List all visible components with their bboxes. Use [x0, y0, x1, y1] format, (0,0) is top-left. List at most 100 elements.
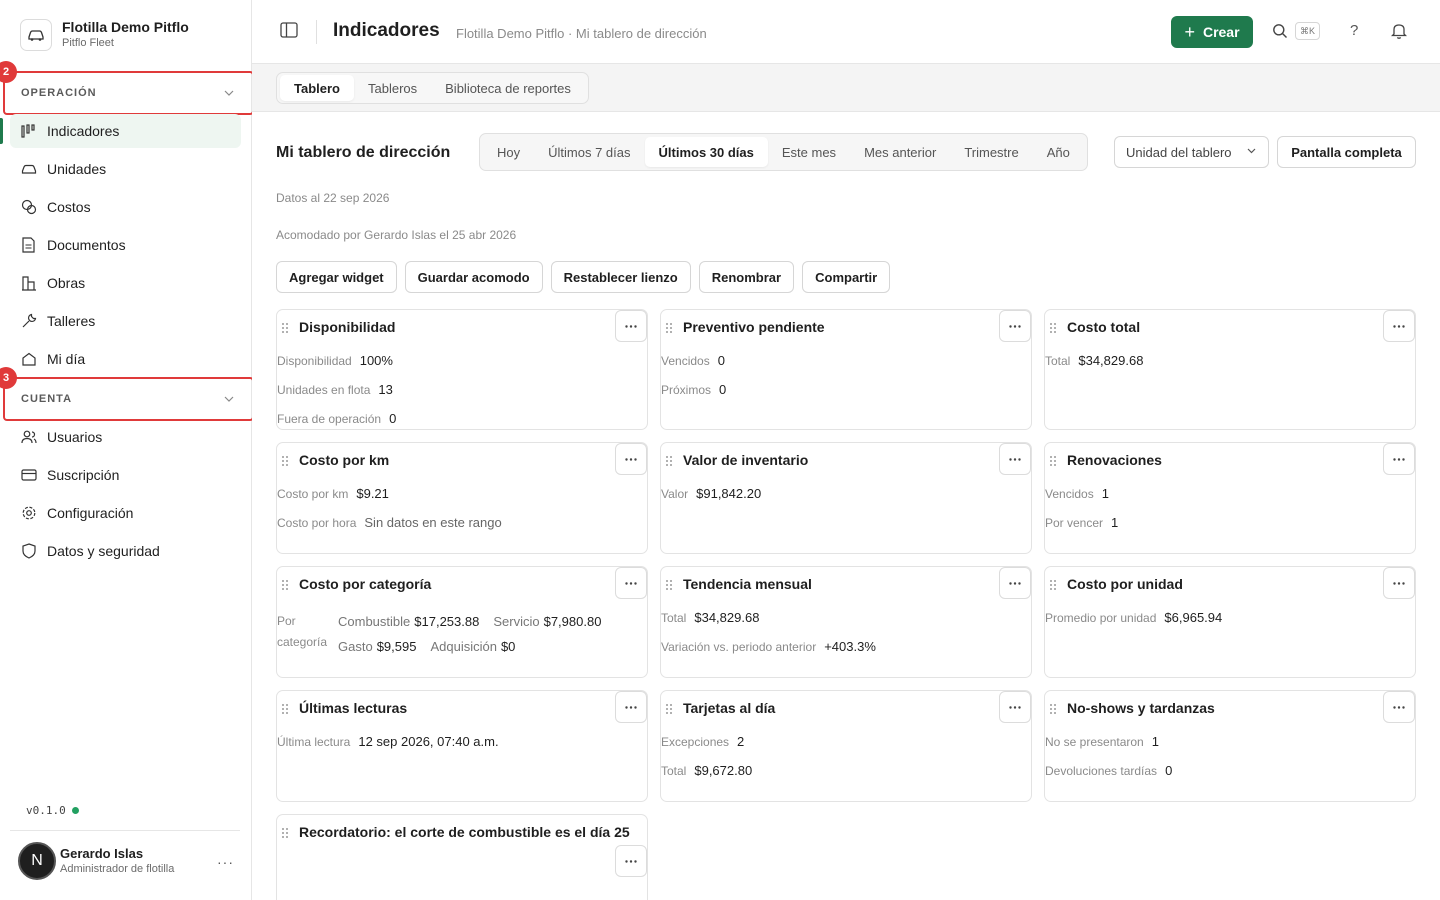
drag-handle-icon[interactable] — [1049, 579, 1057, 591]
metric-value: $34,829.68 — [694, 610, 760, 625]
widget-title: Costo por km — [299, 452, 390, 468]
metric-row: Devoluciones tardías 0 — [1045, 763, 1172, 778]
tab-biblioteca-reportes[interactable]: Biblioteca de reportes — [431, 75, 585, 101]
metric-row: Vencidos 1 — [1045, 486, 1109, 501]
widget-menu-button[interactable] — [615, 691, 647, 723]
metric-label: Costo por hora — [277, 516, 357, 530]
range-este-mes[interactable]: Este mes — [768, 137, 850, 167]
metric-label: No se presentaron — [1045, 735, 1144, 749]
metric-label: Total — [661, 611, 687, 625]
share-button[interactable]: Compartir — [802, 261, 891, 293]
more-icon[interactable]: ··· — [217, 854, 234, 870]
sidebar-item-indicadores[interactable]: Indicadores — [10, 114, 241, 148]
drag-handle-icon[interactable] — [665, 579, 673, 591]
sidebar-item-talleres[interactable]: Talleres — [10, 304, 241, 338]
metric-row: Total $34,829.68 — [661, 610, 759, 625]
drag-handle-icon[interactable] — [665, 455, 673, 467]
drag-handle-icon[interactable] — [281, 322, 289, 334]
range-hoy[interactable]: Hoy — [483, 137, 534, 167]
widget-menu-button[interactable] — [1383, 443, 1415, 475]
metric-label: Total — [661, 764, 687, 778]
drag-handle-icon[interactable] — [1049, 455, 1057, 467]
house-icon — [20, 351, 37, 368]
widget-menu-button[interactable] — [999, 567, 1031, 599]
metric-value: +403.3% — [824, 639, 876, 654]
sidebar-item-unidades[interactable]: Unidades — [10, 152, 241, 186]
data-as-of: Datos al 22 sep 2026 — [276, 191, 390, 205]
bell-icon[interactable] — [1391, 22, 1407, 39]
widget-recordatorio: Recordatorio: el corte de combustible es… — [276, 814, 648, 900]
section-operacion-toggle[interactable]: 2 OPERACIÓN — [0, 61, 254, 115]
range-ano[interactable]: Año — [1033, 137, 1084, 167]
create-label: Crear — [1202, 24, 1240, 40]
category-value: $9,595 — [376, 639, 417, 654]
widget-menu-button[interactable] — [1383, 691, 1415, 723]
fullscreen-button[interactable]: Pantalla completa — [1277, 136, 1416, 168]
sidebar-toggle-icon[interactable] — [280, 22, 300, 42]
sidebar-item-label: Usuarios — [47, 429, 103, 445]
drag-handle-icon[interactable] — [665, 703, 673, 715]
search-icon[interactable] — [1272, 23, 1288, 39]
metric-row: Excepciones 2 — [661, 734, 744, 749]
sidebar-item-costos[interactable]: Costos — [10, 190, 241, 224]
help-icon[interactable]: ? — [1350, 22, 1358, 39]
user-menu[interactable]: N Gerardo Islas Administrador de flotill… — [18, 842, 238, 880]
sidebar-item-suscripcion[interactable]: Suscripción — [10, 458, 241, 492]
widget-menu-button[interactable] — [615, 845, 647, 877]
avatar: N — [18, 842, 56, 880]
save-layout-button[interactable]: Guardar acomodo — [404, 261, 543, 293]
widget-title: Costo por categoría — [299, 576, 432, 592]
drag-handle-icon[interactable] — [281, 703, 289, 715]
unit-select[interactable]: Unidad del tablero — [1114, 136, 1269, 168]
sidebar-item-label: Unidades — [47, 161, 107, 177]
add-widget-button[interactable]: Agregar widget — [276, 261, 397, 293]
widget-menu-button[interactable] — [1383, 310, 1415, 342]
sidebar-item-mi-dia[interactable]: Mi día — [10, 342, 241, 376]
metric-label: Vencidos — [661, 354, 710, 368]
range-7-dias[interactable]: Últimos 7 días — [534, 137, 644, 167]
widget-costo-total: Costo total Total $34,829.68 — [1044, 309, 1416, 430]
drag-handle-icon[interactable] — [281, 455, 289, 467]
sidebar-item-configuracion[interactable]: Configuración — [10, 496, 241, 530]
sidebar-item-label: Indicadores — [47, 123, 120, 139]
car-icon — [20, 161, 37, 178]
widget-menu-button[interactable] — [1383, 567, 1415, 599]
drag-handle-icon[interactable] — [1049, 322, 1057, 334]
drag-handle-icon[interactable] — [1049, 703, 1057, 715]
sidebar-item-usuarios[interactable]: Usuarios — [10, 420, 241, 454]
arranged-by: Acomodado por Gerardo Islas el 25 abr 20… — [276, 228, 517, 242]
brand[interactable]: Flotilla Demo Pitflo Pitflo Fleet — [20, 18, 189, 51]
widget-menu-button[interactable] — [615, 310, 647, 342]
drag-handle-icon[interactable] — [281, 579, 289, 591]
range-mes-anterior[interactable]: Mes anterior — [850, 137, 950, 167]
create-button[interactable]: + Crear — [1171, 16, 1253, 48]
metric-value: $9,672.80 — [694, 763, 753, 778]
tab-tableros[interactable]: Tableros — [354, 75, 431, 101]
reset-canvas-button[interactable]: Restablecer lienzo — [550, 261, 691, 293]
sidebar-item-label: Obras — [47, 275, 86, 291]
section-cuenta-toggle[interactable]: 3 CUENTA — [0, 367, 254, 421]
drag-handle-icon[interactable] — [665, 322, 673, 334]
widget-costo-por-km: Costo por km Costo por km $9.21 Costo por… — [276, 442, 648, 554]
range-trimestre[interactable]: Trimestre — [950, 137, 1032, 167]
metric-value: $91,842.20 — [696, 486, 762, 501]
rename-button[interactable]: Renombrar — [698, 261, 795, 293]
widget-no-shows-tardanzas: No-shows y tardanzas No se presentaron 1 … — [1044, 690, 1416, 802]
metric-value: $34,829.68 — [1078, 353, 1144, 368]
tab-tablero[interactable]: Tablero — [280, 75, 354, 101]
topbar: Indicadores Flotilla Demo Pitflo · Mi ta… — [252, 0, 1440, 64]
widget-menu-button[interactable] — [615, 443, 647, 475]
range-30-dias[interactable]: Últimos 30 días — [644, 137, 768, 167]
sidebar-item-documentos[interactable]: Documentos — [10, 228, 241, 262]
metric-label: Próximos — [661, 383, 712, 397]
sidebar-item-datos-seguridad[interactable]: Datos y seguridad — [10, 534, 241, 568]
category-value: $17,253.88 — [414, 614, 480, 629]
widget-menu-button[interactable] — [999, 691, 1031, 723]
metric-value: $9.21 — [356, 486, 389, 501]
widget-menu-button[interactable] — [999, 443, 1031, 475]
widget-menu-button[interactable] — [615, 567, 647, 599]
section-cuenta-label: CUENTA — [21, 393, 73, 405]
sidebar-item-obras[interactable]: Obras — [10, 266, 241, 300]
drag-handle-icon[interactable] — [281, 827, 289, 839]
widget-menu-button[interactable] — [999, 310, 1031, 342]
